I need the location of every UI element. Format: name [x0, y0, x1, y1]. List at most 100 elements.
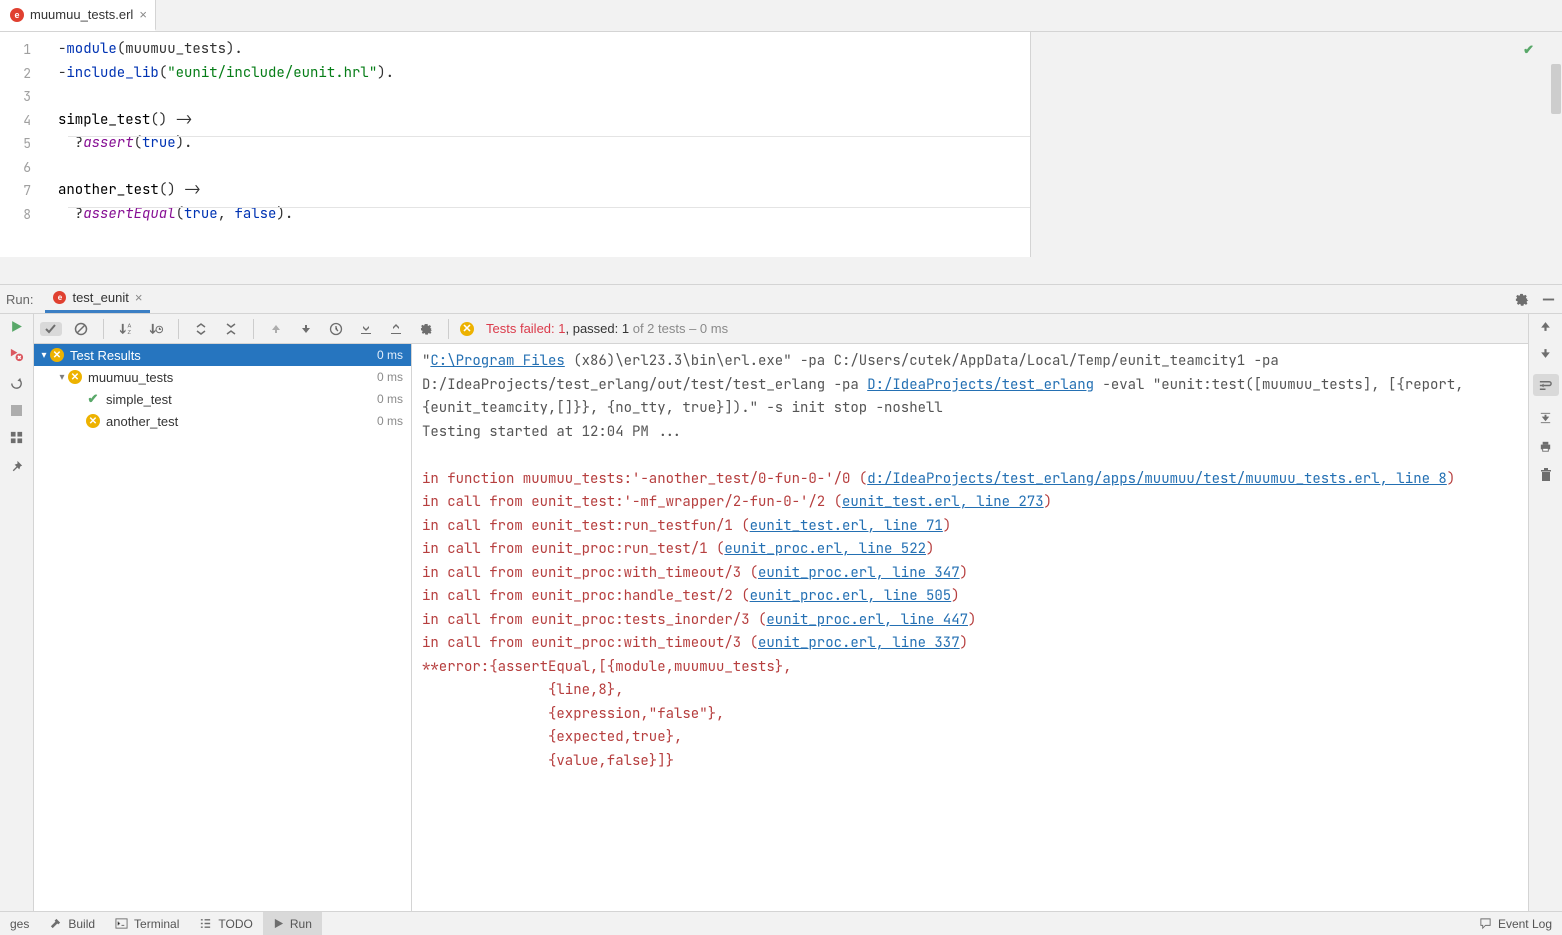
file-link[interactable]: eunit_proc.erl, line 347 [758, 564, 960, 582]
clear-icon[interactable] [1539, 468, 1553, 482]
test-tree[interactable]: ▾ ✕ Test Results 0 ms ▾ ✕ muumuu_tests 0… [34, 344, 412, 911]
sort-alpha-icon[interactable]: AZ [115, 321, 137, 336]
editor-tab[interactable]: e muumuu_tests.erl × [0, 0, 156, 31]
run-icon[interactable] [10, 320, 23, 333]
bottom-messages[interactable]: ges [0, 912, 39, 935]
editor-tabs-bar: e muumuu_tests.erl × [0, 0, 1562, 32]
file-link[interactable]: eunit_proc.erl, line 505 [750, 587, 952, 605]
test-status-text: Tests failed: 1, passed: 1 of 2 tests – … [486, 321, 728, 336]
test-history-icon[interactable] [325, 322, 347, 336]
bottom-event-log[interactable]: Event Log [1469, 912, 1562, 935]
line-number: 7 [0, 179, 57, 203]
tree-root[interactable]: ▾ ✕ Test Results 0 ms [34, 344, 411, 366]
run-left-toolbar [0, 314, 34, 911]
soft-wrap-icon[interactable] [1533, 374, 1559, 396]
status-fail-icon: ✕ [460, 322, 474, 336]
editor-area: 1 2 3 4 5 6 7 8 -module(muumuu_tests). -… [0, 32, 1562, 257]
import-tests-icon[interactable] [355, 322, 377, 336]
tree-time: 0 ms [377, 348, 403, 362]
close-icon[interactable]: × [139, 7, 147, 22]
close-icon[interactable]: × [135, 290, 143, 305]
code-editor[interactable]: -module(muumuu_tests). -include_lib("eun… [58, 32, 1030, 257]
file-link[interactable]: d:/IdeaProjects/test_erlang/apps/muumuu/… [867, 470, 1447, 488]
bottom-run[interactable]: Run [263, 912, 322, 935]
file-link[interactable]: eunit_proc.erl, line 522 [724, 540, 926, 558]
line-number: 6 [0, 156, 57, 180]
erlang-file-icon: e [53, 291, 66, 304]
tree-label: muumuu_tests [88, 370, 173, 385]
collapse-all-icon[interactable] [220, 322, 242, 336]
rerun-failed-icon[interactable] [9, 347, 24, 362]
layout-icon[interactable] [9, 430, 24, 445]
scroll-to-end-icon[interactable] [1538, 410, 1553, 425]
show-ignored-icon[interactable] [70, 322, 92, 336]
run-configuration-tab[interactable]: e test_eunit × [45, 285, 150, 313]
terminal-icon [115, 917, 128, 930]
code-separator [68, 136, 1032, 137]
scroll-up-icon[interactable] [1539, 320, 1552, 333]
hammer-icon [49, 917, 62, 930]
run-panel-header: Run: e test_eunit × [0, 284, 1562, 314]
scroll-down-icon[interactable] [1539, 347, 1552, 360]
scrollbar-thumb[interactable] [1551, 64, 1561, 114]
tree-time: 0 ms [377, 370, 403, 384]
list-icon [199, 917, 212, 930]
tree-test-passed[interactable]: ✔ simple_test 0 ms [34, 388, 411, 410]
editor-right-panel: ✔ [1030, 32, 1550, 257]
stop-icon[interactable] [11, 405, 22, 416]
line-number: 4 [0, 109, 57, 133]
inspection-ok-icon[interactable]: ✔ [1523, 42, 1534, 58]
chevron-down-icon[interactable]: ▾ [56, 372, 68, 383]
test-console[interactable]: "C:\Program Files (x86)\erl23.3\bin\erl.… [412, 344, 1528, 911]
line-number: 1 [0, 38, 57, 62]
expand-all-icon[interactable] [190, 322, 212, 336]
svg-text:A: A [127, 324, 131, 330]
panel-splitter[interactable] [0, 257, 1562, 284]
code-separator [68, 207, 1032, 208]
prev-test-icon[interactable] [265, 323, 287, 335]
fail-badge-icon: ✕ [68, 370, 82, 384]
bottom-todo[interactable]: TODO [189, 912, 262, 935]
fail-badge-icon: ✕ [86, 414, 100, 428]
speech-bubble-icon [1479, 917, 1492, 930]
line-gutter: 1 2 3 4 5 6 7 8 [0, 32, 58, 257]
hide-icon[interactable] [1541, 292, 1556, 307]
play-icon [273, 918, 284, 929]
line-number: 2 [0, 62, 57, 86]
tree-label: simple_test [106, 392, 172, 407]
gear-icon[interactable] [1514, 292, 1529, 307]
export-tests-icon[interactable] [385, 322, 407, 336]
line-number: 3 [0, 85, 57, 109]
svg-text:Z: Z [127, 330, 131, 336]
file-link[interactable]: eunit_test.erl, line 71 [750, 517, 943, 535]
file-link[interactable]: D:/IdeaProjects/test_erlang [867, 376, 1094, 394]
tree-label: another_test [106, 414, 178, 429]
show-passed-icon[interactable] [40, 322, 62, 336]
bottom-build[interactable]: Build [39, 912, 105, 935]
tree-time: 0 ms [377, 392, 403, 406]
file-link[interactable]: C:\Program Files [430, 352, 564, 370]
run-tab-name: test_eunit [72, 290, 128, 305]
toggle-auto-test-icon[interactable] [9, 376, 24, 391]
file-link[interactable]: eunit_proc.erl, line 447 [766, 611, 968, 629]
bottom-toolbar: ges Build Terminal TODO Run Event Log [0, 911, 1562, 935]
file-link[interactable]: eunit_proc.erl, line 337 [758, 634, 960, 652]
tree-suite[interactable]: ▾ ✕ muumuu_tests 0 ms [34, 366, 411, 388]
run-right-toolbar [1528, 314, 1562, 911]
pin-icon[interactable] [9, 459, 24, 474]
run-panel-body: AZ [0, 314, 1562, 911]
editor-scrollbar[interactable] [1550, 32, 1562, 257]
file-link[interactable]: eunit_test.erl, line 273 [842, 493, 1044, 511]
sort-duration-icon[interactable] [145, 321, 167, 336]
chevron-down-icon[interactable]: ▾ [38, 350, 50, 361]
tree-label: Test Results [70, 348, 141, 363]
run-label: Run: [6, 292, 33, 307]
line-number: 5 [0, 132, 57, 156]
print-icon[interactable] [1538, 439, 1553, 454]
tree-test-failed[interactable]: ✕ another_test 0 ms [34, 410, 411, 432]
test-settings-icon[interactable] [415, 322, 437, 336]
next-test-icon[interactable] [295, 323, 317, 335]
tree-time: 0 ms [377, 414, 403, 428]
test-toolbar: AZ [34, 314, 1528, 344]
bottom-terminal[interactable]: Terminal [105, 912, 189, 935]
